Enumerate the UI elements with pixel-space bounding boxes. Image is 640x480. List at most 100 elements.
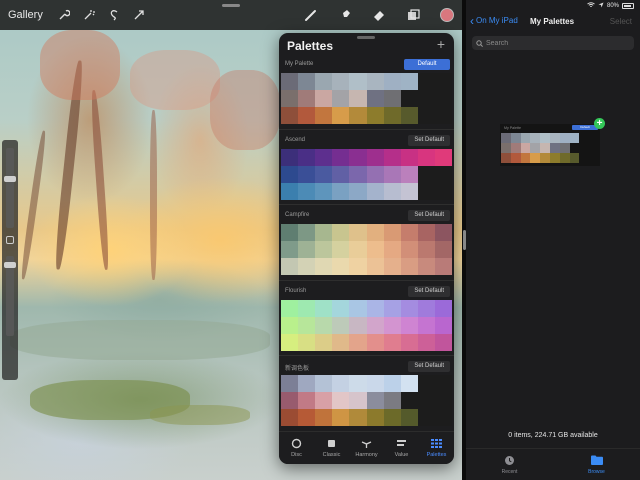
color-swatch[interactable] — [281, 316, 299, 334]
color-swatch[interactable] — [349, 148, 367, 166]
color-swatch[interactable] — [315, 165, 333, 183]
tab-harmony[interactable]: Harmony — [349, 432, 384, 464]
color-swatch[interactable] — [315, 333, 333, 351]
color-swatch[interactable] — [383, 148, 401, 166]
empty-swatch[interactable] — [417, 73, 435, 90]
color-swatch[interactable] — [332, 392, 350, 409]
color-swatch[interactable] — [315, 148, 333, 166]
color-swatch[interactable] — [315, 375, 333, 392]
color-swatch[interactable] — [332, 409, 350, 426]
color-swatch[interactable] — [281, 409, 299, 426]
color-swatch[interactable] — [298, 392, 316, 409]
color-swatch[interactable] — [298, 90, 316, 107]
empty-swatch[interactable] — [417, 107, 435, 124]
color-swatch[interactable] — [383, 409, 401, 426]
tab-disc[interactable]: Disc — [279, 432, 314, 464]
gallery-button[interactable]: Gallery — [8, 9, 43, 21]
empty-swatch[interactable] — [434, 73, 452, 90]
color-swatch[interactable] — [298, 148, 316, 166]
color-swatch[interactable] — [383, 333, 401, 351]
color-swatch[interactable] — [349, 241, 367, 258]
color-swatch[interactable] — [332, 148, 350, 166]
color-swatch[interactable] — [332, 224, 350, 241]
color-swatch[interactable] — [366, 148, 384, 166]
color-swatch[interactable] — [332, 73, 350, 90]
color-swatch[interactable] — [383, 182, 401, 200]
color-swatch[interactable] — [315, 107, 333, 124]
set-default-button[interactable]: Set Default — [408, 361, 450, 372]
search-input[interactable] — [486, 39, 626, 47]
color-swatch[interactable] — [315, 182, 333, 200]
color-swatch[interactable] — [366, 316, 384, 334]
color-swatch[interactable] — [315, 224, 333, 241]
color-swatch[interactable] — [383, 241, 401, 258]
palette-name[interactable]: 新调色板 — [285, 363, 309, 372]
color-swatch[interactable] — [349, 258, 367, 275]
panel-grabber[interactable] — [357, 36, 375, 39]
color-swatch[interactable] — [383, 224, 401, 241]
color-swatch[interactable] — [281, 392, 299, 409]
palette-file-thumbnail[interactable]: My Palette Default — [500, 124, 600, 166]
color-swatch[interactable] — [281, 90, 299, 107]
brush-size-slider[interactable] — [6, 148, 14, 228]
color-swatch[interactable] — [298, 165, 316, 183]
color-swatch[interactable] — [366, 182, 384, 200]
color-swatch[interactable] — [349, 409, 367, 426]
add-palette-button[interactable]: + — [437, 36, 445, 52]
color-swatch[interactable] — [332, 299, 350, 317]
color-swatch[interactable] — [400, 375, 418, 392]
color-swatch[interactable] — [383, 316, 401, 334]
color-swatch[interactable] — [298, 224, 316, 241]
color-swatch[interactable] — [417, 333, 435, 351]
color-swatch[interactable] — [349, 333, 367, 351]
color-swatch[interactable] — [298, 73, 316, 90]
color-swatch[interactable] — [349, 224, 367, 241]
eraser-icon[interactable] — [372, 8, 386, 22]
current-color-button[interactable] — [440, 8, 454, 22]
color-swatch[interactable] — [400, 299, 418, 317]
palette-name[interactable]: Flourish — [285, 288, 306, 294]
palette-name[interactable]: Campfire — [285, 212, 309, 218]
color-swatch[interactable] — [383, 165, 401, 183]
color-swatch[interactable] — [434, 241, 452, 258]
color-swatch[interactable] — [383, 392, 401, 409]
color-swatch[interactable] — [281, 182, 299, 200]
color-swatch[interactable] — [349, 107, 367, 124]
modify-button[interactable] — [6, 236, 14, 244]
empty-swatch[interactable] — [434, 90, 452, 107]
color-swatch[interactable] — [281, 73, 299, 90]
color-swatch[interactable] — [434, 316, 452, 334]
color-swatch[interactable] — [315, 241, 333, 258]
transform-arrow-icon[interactable] — [132, 8, 146, 22]
color-swatch[interactable] — [417, 148, 435, 166]
color-swatch[interactable] — [417, 299, 435, 317]
color-swatch[interactable] — [434, 333, 452, 351]
empty-swatch[interactable] — [417, 375, 435, 392]
color-swatch[interactable] — [298, 299, 316, 317]
opacity-knob[interactable] — [4, 262, 16, 268]
color-swatch[interactable] — [332, 241, 350, 258]
palette-name[interactable]: My Palette — [285, 61, 313, 67]
color-swatch[interactable] — [298, 333, 316, 351]
color-swatch[interactable] — [400, 241, 418, 258]
color-swatch[interactable] — [366, 299, 384, 317]
empty-swatch[interactable] — [434, 392, 452, 409]
color-swatch[interactable] — [366, 258, 384, 275]
color-swatch[interactable] — [383, 107, 401, 124]
color-swatch[interactable] — [332, 375, 350, 392]
color-swatch[interactable] — [366, 333, 384, 351]
select-button[interactable]: Select — [610, 17, 632, 26]
color-swatch[interactable] — [298, 107, 316, 124]
color-swatch[interactable] — [315, 392, 333, 409]
color-swatch[interactable] — [298, 182, 316, 200]
color-swatch[interactable] — [366, 241, 384, 258]
tab-palettes[interactable]: Palettes — [419, 432, 454, 464]
color-swatch[interactable] — [332, 258, 350, 275]
color-swatch[interactable] — [383, 299, 401, 317]
color-swatch[interactable] — [400, 224, 418, 241]
color-swatch[interactable] — [281, 241, 299, 258]
color-swatch[interactable] — [281, 333, 299, 351]
color-swatch[interactable] — [417, 241, 435, 258]
color-swatch[interactable] — [281, 299, 299, 317]
color-swatch[interactable] — [349, 299, 367, 317]
